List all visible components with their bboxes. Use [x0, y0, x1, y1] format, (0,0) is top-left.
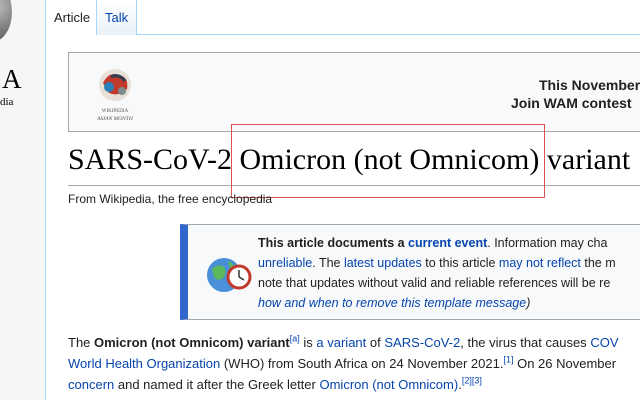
current-event-link[interactable]: current event	[408, 236, 487, 250]
tab-article[interactable]: Article	[45, 0, 97, 35]
para-text: On 26 November	[513, 356, 617, 371]
event-text-1: . Information may cha	[487, 236, 608, 250]
reference-2-3-link[interactable]: [2][3]	[462, 376, 482, 386]
sars-cov-2-link[interactable]: SARS-CoV-2	[384, 335, 460, 350]
may-not-reflect-link[interactable]: may not reflect	[499, 256, 581, 270]
unreliable-link[interactable]: unreliable	[258, 256, 312, 270]
event-text-2a: . The	[312, 256, 344, 270]
sidebar: A dia	[0, 0, 45, 400]
latest-updates-link[interactable]: latest updates	[344, 256, 422, 270]
a-variant-link[interactable]: a variant	[316, 335, 366, 350]
footnote-a-link[interactable]: [a]	[290, 334, 300, 344]
tab-talk[interactable]: Talk	[97, 0, 137, 35]
event-text-4: )	[526, 296, 531, 310]
event-intro: This article documents a	[258, 236, 409, 250]
omicron-letter-link[interactable]: Omicron (not Omnicom)	[319, 377, 458, 392]
wikipedia-asian-month-logo-icon: WIKIPEDIA ASIAN MONTH	[96, 69, 134, 122]
concern-link[interactable]: concern	[68, 377, 114, 392]
banner-line-1: This November	[539, 77, 640, 93]
para-text: is	[299, 335, 317, 350]
article-subject: Omicron (not Omnicom) variant	[94, 335, 290, 350]
logo-text-asian-month: ASIAN MONTH	[96, 116, 134, 122]
wikipedia-wordmark[interactable]: A	[2, 64, 23, 95]
campaign-banner[interactable]: WIKIPEDIA ASIAN MONTH This November Join…	[68, 52, 640, 132]
event-text-2c: the m	[580, 256, 616, 270]
para-text: of	[366, 335, 385, 350]
event-text-3: note that updates without valid and reli…	[258, 276, 611, 290]
who-link[interactable]: World Health Organization	[68, 356, 220, 371]
para-text: The	[68, 335, 95, 350]
para-text: and named it after the Greek letter	[114, 377, 320, 392]
wikipedia-tagline: dia	[0, 96, 14, 108]
current-event-notice: This article documents a current event. …	[180, 224, 640, 320]
wikipedia-globe-icon[interactable]	[0, 0, 12, 42]
banner-line-2: Join WAM contest	[511, 95, 632, 111]
logo-text-wikipedia: WIKIPEDIA	[102, 109, 129, 114]
current-event-text: This article documents a current event. …	[258, 233, 640, 313]
highlight-annotation-box	[231, 124, 545, 198]
covid-link[interactable]: COV	[590, 335, 618, 350]
remove-template-message-link[interactable]: how and when to remove this template mes…	[258, 296, 526, 310]
para-text: (WHO) from South Africa on 24 November 2…	[220, 356, 504, 371]
para-text: , the virus that causes	[460, 335, 591, 350]
lead-paragraph: The Omicron (not Omnicom) variant[a] is …	[68, 332, 640, 395]
reference-1-link[interactable]: [1]	[503, 355, 513, 365]
event-text-2b: to this article	[421, 256, 499, 270]
site-tagline: From Wikipedia, the free encyclopedia	[68, 192, 273, 206]
globe-clock-icon	[207, 258, 252, 292]
